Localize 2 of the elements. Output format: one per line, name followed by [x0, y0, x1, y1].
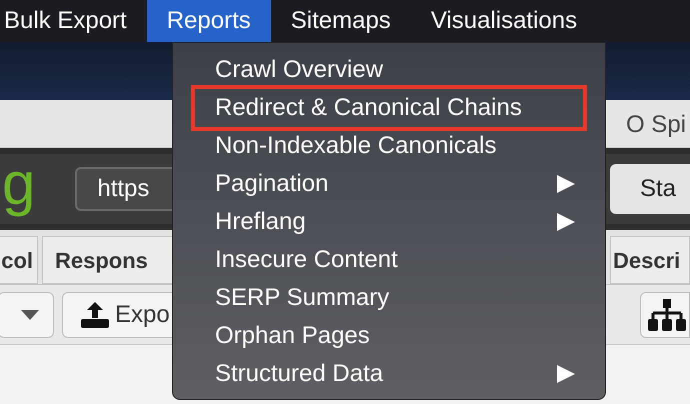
logo: g [1, 154, 36, 219]
window-title: O Spi [626, 110, 686, 140]
